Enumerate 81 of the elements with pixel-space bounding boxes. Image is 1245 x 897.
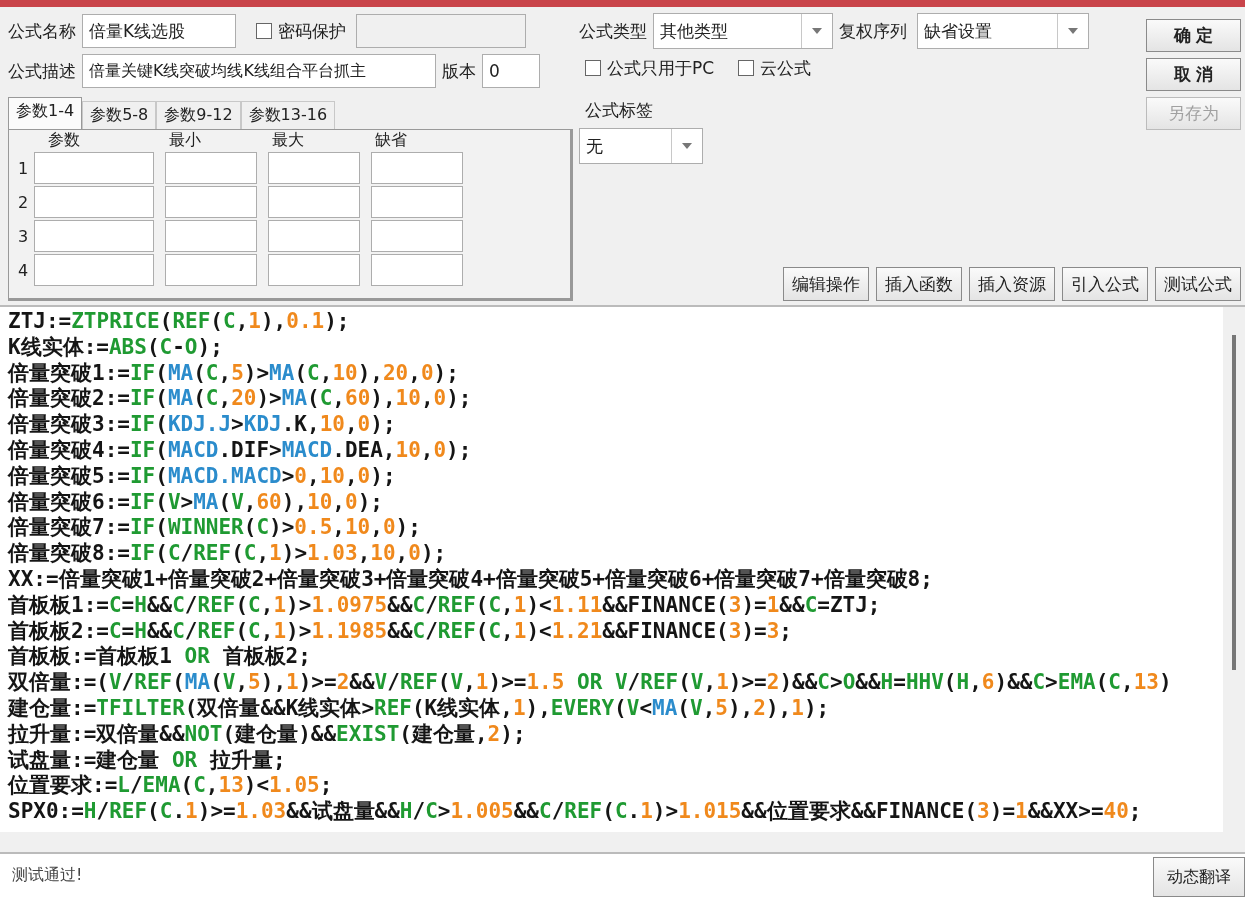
parameter-field[interactable] [268,186,360,218]
code-line: 试盘量:=建仓量 OR 拉升量; [8,747,286,774]
field-label: 公式类型 [579,19,647,43]
parameter-field[interactable] [268,152,360,184]
parameter-field[interactable] [34,220,154,252]
code-editor[interactable] [0,305,1245,832]
checkbox[interactable] [585,60,601,76]
checkbox-label: 公式只用于PC [607,56,715,80]
tab[interactable]: 参数13-16 [240,101,336,129]
parameter-field[interactable] [34,186,154,218]
parameter-field[interactable] [165,220,257,252]
type-dropdown[interactable]: 其他类型 [653,13,833,49]
row-number: 4 [16,260,30,280]
field-label: 公式标签 [585,99,654,122]
row-number: 1 [16,158,30,178]
parameter-field[interactable] [268,220,360,252]
parameter-field[interactable] [371,220,463,252]
field-label: 公式名称 [8,19,76,43]
code-line: 倍量突破1:=IF(MA(C,5)>MA(C,10),20,0); [8,360,459,387]
code-line: 首板板2:=C=H&&C/REF(C,1)>1.1985&&C/REF(C,1)<1.21&&FINANCE(3)=3; [8,618,792,645]
name-field[interactable]: 倍量K线选股 [82,14,236,48]
toolbar-button[interactable]: 插入资源 [969,267,1055,301]
status-message: 测试通过! [12,865,83,886]
parameter-field[interactable] [165,254,257,286]
code-line: 倍量突破6:=IF(V>MA(V,60),10,0); [8,489,383,516]
column-header: 最大 [271,130,305,150]
toolbar-button[interactable]: 测试公式 [1155,267,1241,301]
adjustment-dropdown[interactable]: 缺省设置 [917,13,1089,49]
code-line: XX:=倍量突破1+倍量突破2+倍量突破3+倍量突破4+倍量突破5+倍量突破6+倍量突破7+倍量突破8; [8,566,933,593]
checkbox-label: 云公式 [760,56,812,80]
code-line: 首板板:=首板板1 OR 首板板2; [8,644,311,671]
code-line: 倍量突破8:=IF(C/REF(C,1)>1.03,10,0); [8,541,447,567]
dropdown-arrow-icon [1068,28,1078,34]
toolbar-button[interactable]: 编辑操作 [783,267,869,301]
checkbox[interactable] [256,23,272,39]
version-field[interactable]: 0 [482,54,540,88]
column-header: 参数 [47,130,81,150]
toolbar-button[interactable]: 插入函数 [876,267,962,301]
parameter-field[interactable] [371,152,463,184]
code-line: SPX0:=H/REF(C.1)>=1.03&&试盘量&&H/C>1.005&&C/REF(C.1)>1.015&&位置要求&&FINANCE(3)=1&&XX>=40; [8,799,1142,825]
dialog-button[interactable]: 取 消 [1146,58,1241,91]
parameter-field[interactable] [268,254,360,286]
code-line: 拉升量:=双倍量&&NOT(建仓量)&&EXIST(建仓量,2); [8,721,526,748]
code-line: K线实体:=ABS(C-O); [8,334,223,361]
code-line: 位置要求:=L/EMA(C,13)<1.05; [8,773,333,800]
dropdown-arrow-icon [812,28,822,34]
code-line: 倍量突破5:=IF(MACD.MACD>0,10,0); [8,463,396,490]
dialog-button[interactable]: 确 定 [1146,19,1241,52]
column-header: 缺省 [374,130,408,150]
field-label: 版本 [442,59,476,83]
code-line: 首板板1:=C=H&&C/REF(C,1)>1.0975&&C/REF(C,1)<1.11&&FINANCE(3)=1&&C=ZTJ; [8,592,881,619]
parameter-field[interactable] [165,186,257,218]
parameter-field[interactable] [371,254,463,286]
column-header: 最小 [168,130,202,150]
password-field[interactable] [356,14,526,48]
parameter-field[interactable] [34,254,154,286]
vertical-scrollbar[interactable] [1223,307,1245,832]
row-number: 3 [16,226,30,246]
tab[interactable]: 参数1-4 [8,97,83,129]
tab[interactable]: 参数9-12 [156,101,241,129]
code-line: 倍量突破3:=IF(KDJ.J>KDJ.K,10,0); [8,412,396,438]
toolbar-button[interactable]: 引入公式 [1062,267,1148,301]
checkbox-label: 密码保护 [278,19,346,43]
code-line: 建仓量:=TFILTER(双倍量&&K线实体>REF(K线实体,1),EVERY(V<MA(V,5),2),1); [8,695,830,722]
code-line: 倍量突破4:=IF(MACD.DIF>MACD.DEA,10,0); [8,438,472,464]
dropdown-arrow-icon [682,143,692,149]
parameter-field[interactable] [371,186,463,218]
checkbox[interactable] [738,60,755,76]
code-line: ZTJ:=ZTPRICE(REF(C,1),0.1); [8,309,350,335]
field-label: 公式描述 [8,59,76,83]
parameter-field[interactable] [34,152,154,184]
field-label: 复权序列 [839,19,907,43]
parameter-field[interactable] [165,152,257,184]
code-line: 倍量突破7:=IF(WINNER(C)>0.5,10,0); [8,515,421,542]
tag-dropdown[interactable]: 无 [579,128,703,164]
translate-button[interactable]: 动态翻译 [1153,857,1245,897]
code-line: 倍量突破2:=IF(MA(C,20)>MA(C,60),10,0); [8,386,472,413]
code-line: 双倍量:=(V/REF(MA(V,5),1)>=2&&V/REF(V,1)>=1.5 OR V/REF(V,1)>=2)&&C>O&&H=HHV(H,6)&&C>EMA(C,13) [8,670,1172,696]
row-number: 2 [16,192,30,212]
description-field[interactable]: 倍量关键K线突破均线K线组合平台抓主 [82,54,436,88]
tab[interactable]: 参数5-8 [82,101,157,129]
